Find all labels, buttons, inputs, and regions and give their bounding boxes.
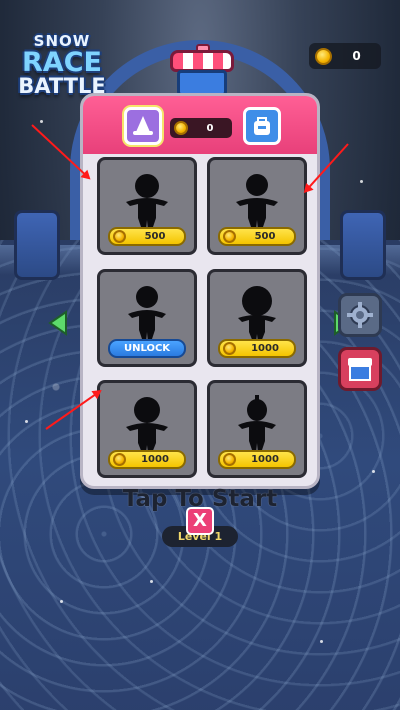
locked-character-silhouette (236, 174, 278, 230)
coin-icon (113, 230, 126, 243)
buy-skin-button[interactable]: 1000 (218, 450, 296, 469)
locked-character-silhouette (126, 397, 168, 453)
close-button[interactable]: X (186, 507, 214, 535)
store-button[interactable] (338, 347, 382, 391)
wizard-hat-icon (133, 116, 153, 135)
coin-icon (174, 121, 188, 135)
snowflake (40, 120, 43, 123)
buy-skin-button[interactable]: 1000 (218, 339, 296, 358)
price-label: 500 (254, 231, 276, 242)
snowflake (25, 420, 28, 423)
shop-coin-count: 0 (206, 122, 214, 134)
previous-arrow-button[interactable] (48, 310, 68, 336)
arrow-left-icon (48, 310, 67, 336)
price-label: 500 (144, 231, 166, 242)
tab-items[interactable] (243, 107, 281, 145)
buy-skin-button[interactable]: 1000 (108, 450, 186, 469)
coin-icon (113, 453, 126, 466)
skin-slot[interactable]: 1000 (207, 269, 307, 367)
shop-coin-counter: 0 (170, 118, 232, 138)
skin-slot[interactable]: UNLOCK (97, 269, 197, 367)
price-label: 1000 (251, 454, 279, 465)
settings-button[interactable] (338, 293, 382, 337)
coin-count: 0 (352, 49, 361, 63)
snowflake (320, 640, 323, 643)
locked-character-silhouette (126, 174, 168, 230)
buy-skin-button[interactable]: 500 (108, 227, 186, 246)
snowflake (360, 180, 363, 183)
coin-counter: 0 (309, 43, 381, 69)
right-pillar (340, 210, 386, 280)
locked-character-silhouette (128, 286, 166, 342)
tab-skins[interactable] (124, 107, 162, 145)
coin-icon (223, 453, 236, 466)
skin-slot[interactable]: 500 (97, 157, 197, 255)
skin-slot[interactable]: 1000 (97, 380, 197, 478)
locked-character-silhouette (238, 395, 276, 453)
shop-icon (170, 44, 234, 100)
skin-shop-panel: 0 500 500 UNLOCK 1000 1000 1000 (80, 93, 320, 489)
logo-line-race: RACE (22, 47, 102, 78)
price-label: 1000 (251, 343, 279, 354)
gear-icon (347, 302, 373, 328)
shop-awning (170, 50, 234, 72)
price-label: 1000 (141, 454, 169, 465)
skin-slot[interactable]: 1000 (207, 380, 307, 478)
unlock-button[interactable]: UNLOCK (108, 339, 186, 358)
left-pillar (14, 210, 60, 280)
locked-character-silhouette (238, 286, 276, 342)
game-logo: SNOW RACE BATTLE (14, 34, 110, 97)
coin-icon (223, 230, 236, 243)
snowflake (372, 470, 375, 473)
backpack-icon (254, 117, 270, 135)
coin-icon (315, 47, 332, 65)
shop-header: 0 (83, 96, 317, 154)
coin-icon (223, 342, 236, 355)
snowflake (150, 580, 153, 583)
store-icon (348, 358, 372, 381)
skin-slot[interactable]: 500 (207, 157, 307, 255)
buy-skin-button[interactable]: 500 (218, 227, 296, 246)
snowflake (60, 600, 63, 603)
